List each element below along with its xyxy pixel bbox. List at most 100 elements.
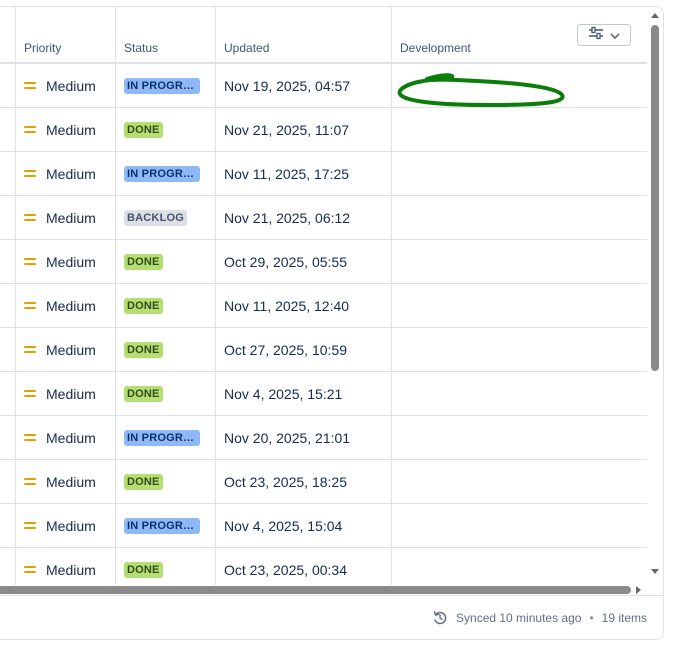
vertical-scroll-thumb[interactable] xyxy=(651,25,659,371)
updated-timestamp: Nov 4, 2025, 15:21 xyxy=(224,385,343,402)
priority-cell[interactable]: Medium xyxy=(16,284,116,327)
row-leading-cell xyxy=(0,460,16,503)
sliders-icon xyxy=(588,26,604,45)
status-cell[interactable]: DONE xyxy=(116,548,216,585)
status-cell[interactable]: DONE xyxy=(116,284,216,327)
status-cell[interactable]: IN PROGRE… xyxy=(116,504,216,547)
development-cell[interactable] xyxy=(392,460,647,503)
updated-cell: Nov 4, 2025, 15:21 xyxy=(216,372,392,415)
priority-label: Medium xyxy=(46,297,96,314)
priority-cell[interactable]: Medium xyxy=(16,240,116,283)
status-badge[interactable]: BACKLOG xyxy=(124,209,188,226)
status-badge[interactable]: DONE xyxy=(124,297,163,314)
development-cell[interactable] xyxy=(392,548,647,585)
status-badge[interactable]: IN PROGRE… xyxy=(124,165,200,182)
scroll-down-arrow-icon[interactable] xyxy=(651,569,659,574)
priority-label: Medium xyxy=(46,165,96,182)
status-badge[interactable]: IN PROGRE… xyxy=(124,517,200,534)
updated-cell: Nov 11, 2025, 12:40 xyxy=(216,284,392,327)
priority-medium-icon xyxy=(24,389,36,398)
horizontal-scroll-thumb[interactable] xyxy=(0,586,631,594)
status-cell[interactable]: BACKLOG xyxy=(116,196,216,239)
status-cell[interactable]: DONE xyxy=(116,240,216,283)
updated-timestamp: Oct 29, 2025, 05:55 xyxy=(224,253,347,270)
status-cell[interactable]: IN PROGRE… xyxy=(116,64,216,107)
priority-label: Medium xyxy=(46,473,96,490)
priority-label: Medium xyxy=(46,209,96,226)
table-row[interactable]: Medium DONE Nov 11, 2025, 12:40 xyxy=(0,284,647,328)
priority-label: Medium xyxy=(46,253,96,270)
priority-medium-icon xyxy=(24,125,36,134)
priority-cell[interactable]: Medium xyxy=(16,152,116,195)
header-cell-leading xyxy=(0,7,16,62)
scroll-up-arrow-icon[interactable] xyxy=(651,13,659,18)
updated-cell: Oct 23, 2025, 18:25 xyxy=(216,460,392,503)
table-row[interactable]: Medium DONE Nov 4, 2025, 15:21 xyxy=(0,372,647,416)
status-badge[interactable]: DONE xyxy=(124,121,163,138)
row-leading-cell xyxy=(0,240,16,283)
status-cell[interactable]: DONE xyxy=(116,460,216,503)
updated-cell: Nov 19, 2025, 04:57 xyxy=(216,64,392,107)
scroll-right-arrow-icon[interactable] xyxy=(636,586,641,594)
sync-icon[interactable] xyxy=(432,610,448,626)
priority-medium-icon xyxy=(24,433,36,442)
priority-medium-icon xyxy=(24,213,36,222)
development-cell[interactable] xyxy=(392,152,647,195)
development-cell[interactable] xyxy=(392,240,647,283)
priority-cell[interactable]: Medium xyxy=(16,548,116,585)
status-cell[interactable]: DONE xyxy=(116,328,216,371)
priority-label: Medium xyxy=(46,517,96,534)
row-leading-cell xyxy=(0,328,16,371)
priority-medium-icon xyxy=(24,301,36,310)
column-header-status[interactable]: Status xyxy=(116,7,216,62)
table-row[interactable]: Medium DONE Oct 23, 2025, 18:25 xyxy=(0,460,647,504)
priority-cell[interactable]: Medium xyxy=(16,416,116,459)
horizontal-scrollbar[interactable] xyxy=(0,585,647,595)
priority-cell[interactable]: Medium xyxy=(16,460,116,503)
priority-cell[interactable]: Medium xyxy=(16,196,116,239)
table-row[interactable]: Medium BACKLOG Nov 21, 2025, 06:12 xyxy=(0,196,647,240)
priority-medium-icon xyxy=(24,81,36,90)
status-badge[interactable]: IN PROGRE… xyxy=(124,429,200,446)
priority-label: Medium xyxy=(46,341,96,358)
status-cell[interactable]: IN PROGRE… xyxy=(116,152,216,195)
status-badge[interactable]: DONE xyxy=(124,561,163,578)
development-cell[interactable] xyxy=(392,284,647,327)
development-cell[interactable] xyxy=(392,196,647,239)
view-settings-button[interactable] xyxy=(577,24,631,46)
vertical-scrollbar[interactable] xyxy=(647,7,663,585)
footer-separator: • xyxy=(589,610,594,625)
priority-cell[interactable]: Medium xyxy=(16,64,116,107)
priority-cell[interactable]: Medium xyxy=(16,328,116,371)
table-row[interactable]: Medium IN PROGRE… Nov 20, 2025, 21:01 xyxy=(0,416,647,460)
priority-cell[interactable]: Medium xyxy=(16,108,116,151)
status-badge[interactable]: IN PROGRE… xyxy=(124,77,200,94)
priority-label: Medium xyxy=(46,561,96,578)
table-row[interactable]: Medium DONE Oct 29, 2025, 05:55 xyxy=(0,240,647,284)
priority-cell[interactable]: Medium xyxy=(16,504,116,547)
status-cell[interactable]: IN PROGRE… xyxy=(116,416,216,459)
issue-table-panel: Priority Status Updated Development Medi… xyxy=(0,6,664,640)
development-cell[interactable] xyxy=(392,416,647,459)
column-header-priority[interactable]: Priority xyxy=(16,7,116,62)
priority-cell[interactable]: Medium xyxy=(16,372,116,415)
updated-timestamp: Nov 20, 2025, 21:01 xyxy=(224,429,351,446)
priority-medium-icon xyxy=(24,169,36,178)
table-row[interactable]: Medium DONE Oct 27, 2025, 10:59 xyxy=(0,328,647,372)
status-badge[interactable]: DONE xyxy=(124,385,163,402)
updated-timestamp: Nov 21, 2025, 06:12 xyxy=(224,209,351,226)
priority-medium-icon xyxy=(24,521,36,530)
table-row[interactable]: Medium IN PROGRE… Nov 4, 2025, 15:04 xyxy=(0,504,647,548)
sync-status-text: Synced 10 minutes ago xyxy=(456,610,582,625)
table-row[interactable]: Medium IN PROGRE… Nov 11, 2025, 17:25 xyxy=(0,152,647,196)
status-badge[interactable]: DONE xyxy=(124,341,163,358)
development-cell[interactable] xyxy=(392,372,647,415)
development-cell[interactable] xyxy=(392,328,647,371)
status-badge[interactable]: DONE xyxy=(124,473,163,490)
status-cell[interactable]: DONE xyxy=(116,372,216,415)
status-cell[interactable]: DONE xyxy=(116,108,216,151)
table-row[interactable]: Medium DONE Oct 23, 2025, 00:34 xyxy=(0,548,647,585)
column-header-updated[interactable]: Updated xyxy=(216,7,392,62)
status-badge[interactable]: DONE xyxy=(124,253,163,270)
development-cell[interactable] xyxy=(392,504,647,547)
